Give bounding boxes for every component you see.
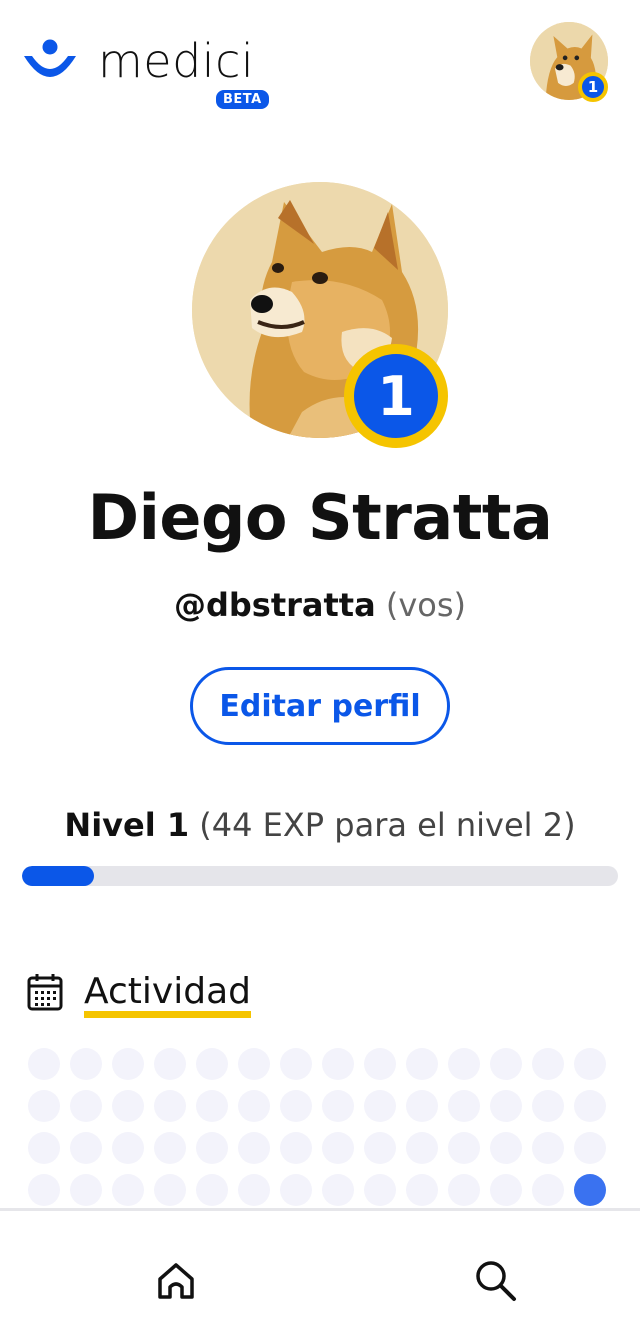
activity-day	[406, 1132, 438, 1164]
activity-title[interactable]: Actividad	[84, 971, 251, 1018]
activity-day	[406, 1048, 438, 1080]
activity-day	[70, 1090, 102, 1122]
activity-day	[154, 1048, 186, 1080]
logo-text: medici	[98, 34, 255, 88]
activity-day	[28, 1132, 60, 1164]
activity-day	[364, 1132, 396, 1164]
activity-day	[322, 1090, 354, 1122]
activity-day	[154, 1132, 186, 1164]
profile-name: Diego Stratta	[87, 478, 553, 559]
bottom-nav	[0, 1208, 640, 1336]
activity-day	[112, 1048, 144, 1080]
activity-day	[280, 1174, 312, 1206]
activity-day	[28, 1174, 60, 1206]
activity-underline	[84, 1010, 251, 1018]
level-progress-bar	[22, 866, 618, 886]
activity-day	[574, 1048, 606, 1080]
activity-day	[28, 1048, 60, 1080]
search-icon[interactable]	[472, 1257, 518, 1303]
activity-day	[70, 1048, 102, 1080]
activity-day	[322, 1174, 354, 1206]
activity-day	[490, 1174, 522, 1206]
profile-name-wrap: Diego Stratta	[0, 478, 640, 559]
activity-day	[28, 1090, 60, 1122]
edit-profile-button[interactable]: Editar perfil	[190, 667, 450, 745]
activity-day	[490, 1090, 522, 1122]
activity-day	[406, 1174, 438, 1206]
activity-title-text: Actividad	[84, 971, 251, 1013]
activity-day	[448, 1048, 480, 1080]
activity-day	[574, 1090, 606, 1122]
activity-day	[112, 1132, 144, 1164]
header-level-badge: 1	[578, 72, 608, 102]
medici-logo[interactable]: medici BETA	[20, 38, 269, 109]
activity-day	[196, 1090, 228, 1122]
activity-day	[154, 1090, 186, 1122]
home-icon[interactable]	[154, 1259, 198, 1303]
medici-logo-icon	[24, 39, 76, 77]
activity-day	[154, 1174, 186, 1206]
profile-handle: @dbstratta	[173, 586, 376, 624]
activity-day	[70, 1174, 102, 1206]
level-note: (44 EXP para el nivel 2)	[189, 806, 576, 844]
activity-day	[448, 1174, 480, 1206]
activity-day	[364, 1174, 396, 1206]
activity-day	[574, 1132, 606, 1164]
beta-badge: BETA	[216, 90, 269, 109]
activity-day	[532, 1132, 564, 1164]
activity-day	[490, 1132, 522, 1164]
profile-name-text: Diego Stratta	[87, 481, 553, 554]
profile-handle-note: (vos)	[375, 586, 467, 624]
activity-day	[70, 1132, 102, 1164]
app-header: medici BETA 1	[0, 0, 640, 130]
activity-day	[532, 1090, 564, 1122]
level-label: Nivel 1	[64, 806, 190, 844]
activity-day	[364, 1090, 396, 1122]
activity-day	[490, 1048, 522, 1080]
activity-header: Actividad	[26, 971, 251, 1018]
activity-grid	[28, 1048, 624, 1206]
activity-day	[238, 1090, 270, 1122]
level-progress-fill	[22, 866, 94, 886]
activity-day	[196, 1048, 228, 1080]
profile-handle-row: @dbstratta (vos)	[0, 586, 640, 624]
profile-page: medici BETA 1 1 Diego Stratta @dbstratta…	[0, 0, 640, 1336]
activity-day	[532, 1174, 564, 1206]
profile-avatar: 1	[192, 182, 448, 448]
activity-day	[112, 1090, 144, 1122]
level-row: Nivel 1 (44 EXP para el nivel 2)	[0, 806, 640, 844]
activity-day	[196, 1174, 228, 1206]
activity-day	[238, 1132, 270, 1164]
activity-day	[280, 1090, 312, 1122]
activity-day	[238, 1174, 270, 1206]
activity-day	[532, 1048, 564, 1080]
activity-day	[322, 1048, 354, 1080]
activity-day-active	[574, 1174, 606, 1206]
activity-day	[364, 1048, 396, 1080]
activity-day	[448, 1132, 480, 1164]
activity-day	[238, 1048, 270, 1080]
activity-day	[196, 1132, 228, 1164]
activity-day	[406, 1090, 438, 1122]
header-avatar[interactable]: 1	[530, 22, 608, 102]
activity-day	[322, 1132, 354, 1164]
calendar-icon	[27, 974, 63, 1011]
activity-day	[280, 1048, 312, 1080]
profile-level-badge: 1	[344, 344, 448, 448]
activity-day	[112, 1174, 144, 1206]
activity-day	[280, 1132, 312, 1164]
activity-day	[448, 1090, 480, 1122]
